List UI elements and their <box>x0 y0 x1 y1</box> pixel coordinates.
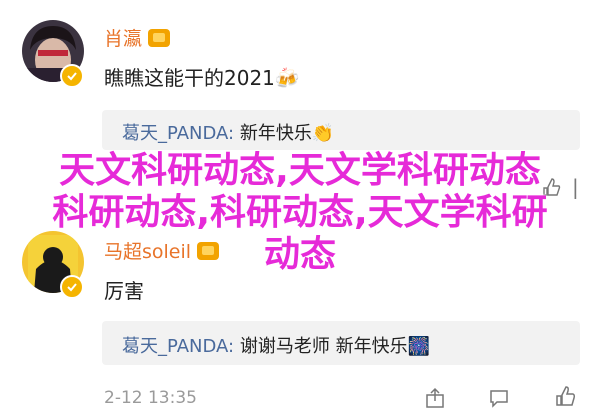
comment-2: 马超soleil 厉害 葛天_PANDA: 谢谢马老师 新年快乐🎆 <box>0 225 600 420</box>
reply-separator: : <box>228 336 235 357</box>
reply-box[interactable]: 葛天_PANDA: 新年快乐👏 <box>102 110 580 150</box>
reply-line: 葛天_PANDA: 新年快乐👏 <box>122 119 334 145</box>
comment-text-content: 厉害 <box>104 279 144 303</box>
vip-badge-icon <box>197 242 220 260</box>
more-icon[interactable] <box>540 176 562 203</box>
reply-user[interactable]: 葛天_PANDA <box>122 336 228 357</box>
count-divider: | <box>572 175 579 199</box>
comment-1: 肖瀛 瞧瞧这能干的2021🍻 葛天_PANDA: 新年快乐👏 <box>0 0 600 150</box>
timestamp: 2-12 13:35 <box>104 388 197 408</box>
thumbs-up-icon[interactable] <box>554 385 576 412</box>
verified-icon <box>60 275 84 299</box>
username[interactable]: 肖瀛 <box>104 24 171 51</box>
beer-emoji-icon: 🍻 <box>274 66 300 90</box>
comment-icon[interactable] <box>488 387 510 414</box>
watermark-line-1: 天文科研动态,天文学科研动态 <box>59 150 541 191</box>
clap-emoji-icon: 👏 <box>311 123 335 144</box>
comment-text: 厉害 <box>104 275 144 304</box>
username-text: 肖瀛 <box>104 28 143 50</box>
comment-text: 瞧瞧这能干的2021🍻 <box>104 62 300 91</box>
reply-line: 葛天_PANDA: 谢谢马老师 新年快乐🎆 <box>122 332 430 358</box>
comment-text-content: 瞧瞧这能干的2021 <box>104 66 275 90</box>
fireworks-emoji-icon: 🎆 <box>407 336 430 357</box>
reply-box[interactable]: 葛天_PANDA: 谢谢马老师 新年快乐🎆 <box>102 321 580 365</box>
reply-user[interactable]: 葛天_PANDA <box>122 123 228 144</box>
verified-icon <box>60 64 84 88</box>
reply-content: 谢谢马老师 新年快乐 <box>239 336 408 357</box>
username-text: 马超soleil <box>104 241 192 263</box>
reply-separator: : <box>228 123 235 144</box>
vip-badge-icon <box>148 29 171 47</box>
reply-content: 新年快乐 <box>239 123 312 144</box>
share-icon[interactable] <box>424 387 446 414</box>
username[interactable]: 马超soleil <box>104 237 220 264</box>
